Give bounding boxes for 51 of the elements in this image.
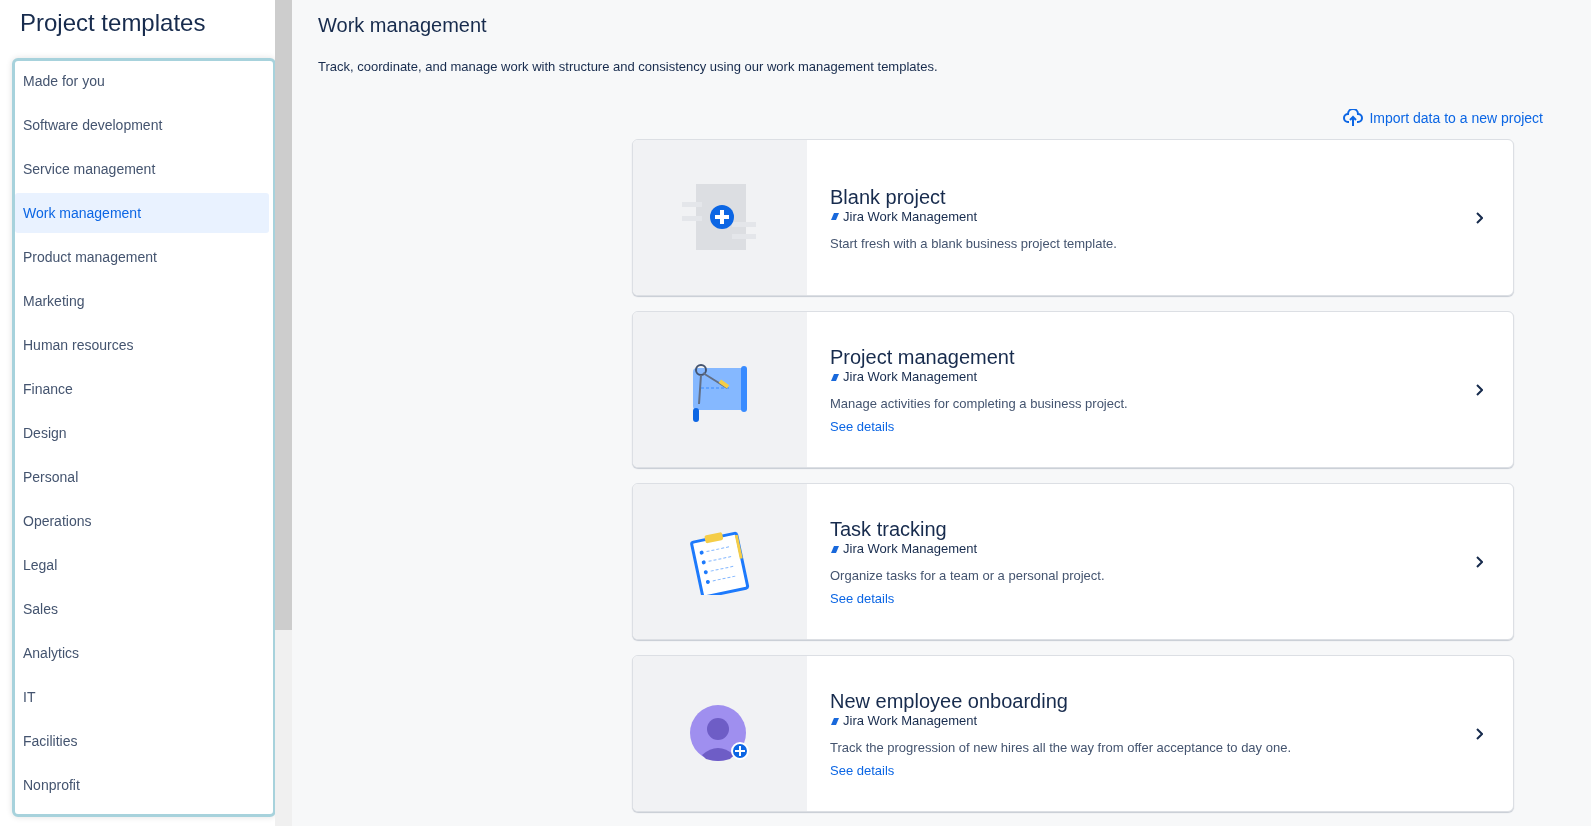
- product-name: Jira Work Management: [843, 369, 978, 385]
- category-item[interactable]: Service management: [15, 149, 269, 189]
- jira-logo-icon: [830, 212, 840, 221]
- chevron-right-icon: [1475, 211, 1483, 224]
- category-item[interactable]: Made for you: [15, 61, 269, 101]
- category-item[interactable]: Nonprofit: [15, 765, 269, 805]
- page-description: Track, coordinate, and manage work with structure and consistency using our work management templates.: [318, 59, 939, 74]
- template-title: Project management: [830, 345, 1016, 369]
- category-item[interactable]: Finance: [15, 369, 269, 409]
- see-details-link[interactable]: See details: [830, 591, 895, 606]
- category-item[interactable]: Software development: [15, 105, 269, 145]
- chevron-right-icon: [1475, 727, 1483, 740]
- jira-logo-icon: [830, 716, 840, 726]
- page-title: Work management: [318, 13, 488, 38]
- category-item[interactable]: Personal: [15, 457, 269, 497]
- see-details-link[interactable]: See details: [830, 419, 895, 434]
- category-item[interactable]: Work management: [15, 193, 269, 233]
- template-description: Track the progression of new hires all the way from offer acceptance to day one.: [830, 740, 1293, 755]
- product-name: Jira Work Management: [843, 713, 978, 729]
- template-card[interactable]: Project management Jira Work Management Manage activities for completing a business project. See details: [632, 311, 1514, 468]
- category-item[interactable]: Human resources: [15, 325, 269, 365]
- category-item[interactable]: IT: [15, 677, 269, 717]
- cloud-upload-icon: [1343, 109, 1364, 127]
- category-item[interactable]: Facilities: [15, 721, 269, 761]
- category-item[interactable]: Design: [15, 413, 269, 453]
- template-description: Manage activities for completing a business project.: [830, 396, 1129, 411]
- template-description: Organize tasks for a team or a personal project.: [830, 568, 1106, 583]
- template-card[interactable]: New employee onboarding Jira Work Management Track the progression of new hires all the way from offer acceptance to day one. See details: [632, 655, 1514, 812]
- template-card[interactable]: Blank project Jira Work Management Start fresh with a blank business project template.: [632, 139, 1514, 296]
- category-item[interactable]: Operations: [15, 501, 269, 541]
- category-item[interactable]: Analytics: [15, 633, 269, 673]
- see-details-link[interactable]: See details: [830, 763, 895, 778]
- scrollbar-thumb[interactable]: [275, 0, 292, 630]
- category-item[interactable]: Marketing: [15, 281, 269, 321]
- import-link[interactable]: Import data to a new project: [1343, 109, 1543, 127]
- category-item[interactable]: Product management: [15, 237, 269, 277]
- sidebar-title: Project templates: [20, 9, 207, 37]
- template-title: New employee onboarding: [830, 689, 1069, 713]
- template-title: Task tracking: [830, 517, 948, 541]
- product-name: Jira Work Management: [843, 541, 978, 557]
- product-name: Jira Work Management: [843, 208, 978, 225]
- template-description: Start fresh with a blank business project template.: [830, 235, 1118, 251]
- category-item[interactable]: Legal: [15, 545, 269, 585]
- jira-logo-icon: [830, 372, 840, 382]
- chevron-right-icon: [1475, 555, 1483, 568]
- jira-logo-icon: [830, 544, 840, 554]
- template-card[interactable]: Task tracking Jira Work Management Organize tasks for a team or a personal project. See details: [632, 483, 1514, 640]
- template-title: Blank project: [830, 184, 947, 209]
- person-avatar-plus-drawing: [690, 704, 750, 763]
- chevron-right-icon: [1475, 383, 1483, 396]
- category-item[interactable]: Sales: [15, 589, 269, 629]
